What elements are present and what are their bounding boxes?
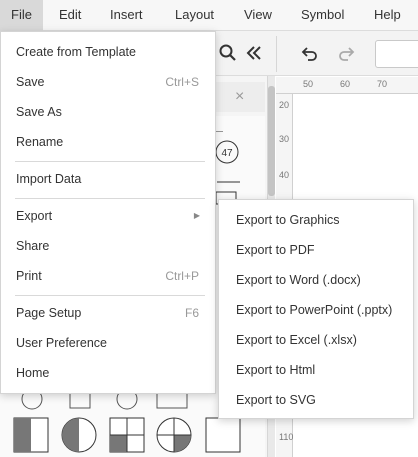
menu-insert[interactable]: Insert — [99, 0, 154, 31]
menu-item-label: Export — [16, 209, 53, 223]
menu-item-save-as[interactable]: Save As — [1, 97, 215, 127]
ruler-tick: 70 — [377, 79, 388, 89]
export-submenu: Export to Graphics Export to PDF Export … — [218, 199, 414, 419]
menu-symbol[interactable]: Symbol — [290, 0, 355, 31]
scrollbar-thumb[interactable] — [268, 86, 275, 196]
menu-item-label: Create from Template — [16, 45, 136, 59]
menu-item-import-data[interactable]: Import Data — [1, 164, 215, 194]
horizontal-ruler: 50 60 70 — [276, 77, 418, 94]
menu-divider — [15, 198, 205, 199]
export-to-graphics[interactable]: Export to Graphics — [219, 205, 413, 235]
svg-text:—: — — [216, 128, 223, 135]
file-menu: Create from Template Save Ctrl+S Save As… — [0, 31, 216, 394]
menu-item-page-setup[interactable]: Page Setup F6 — [1, 298, 215, 328]
menu-item-label: Share — [16, 239, 50, 253]
menu-item-rename[interactable]: Rename — [1, 127, 215, 157]
redo-icon[interactable] — [336, 43, 356, 63]
shortcut-label: Ctrl+S — [165, 75, 199, 89]
menu-divider — [15, 295, 205, 296]
menu-item-label: Import Data — [16, 172, 82, 186]
menu-bar: File Edit Insert Layout View Symbol Help — [0, 0, 418, 31]
undo-icon[interactable] — [300, 43, 320, 63]
toolbar-separator — [276, 36, 277, 72]
ruler-tick: 110 — [279, 432, 294, 442]
menu-item-label: Print — [16, 269, 42, 283]
close-icon[interactable]: × — [235, 88, 244, 106]
ruler-tick: 40 — [279, 170, 290, 180]
double-chevron-left-icon[interactable] — [244, 43, 264, 63]
menu-item-label: Home — [16, 366, 50, 380]
ruler-tick: 50 — [303, 79, 314, 89]
export-to-powerpoint[interactable]: Export to PowerPoint (.pptx) — [219, 295, 413, 325]
menu-item-share[interactable]: Share — [1, 231, 215, 261]
ruler-tick: 60 — [340, 79, 351, 89]
ruler-tick: 30 — [279, 134, 290, 144]
menu-item-print[interactable]: Print Ctrl+P — [1, 261, 215, 291]
menu-edit[interactable]: Edit — [48, 0, 92, 31]
menu-layout[interactable]: Layout — [164, 0, 225, 31]
export-to-html[interactable]: Export to Html — [219, 355, 413, 385]
menu-divider — [15, 161, 205, 162]
badge-value: 47 — [221, 148, 233, 159]
menu-file[interactable]: File — [0, 0, 43, 31]
search-icon[interactable] — [218, 43, 238, 63]
menu-item-export[interactable]: Export ▶ — [1, 201, 215, 231]
menu-item-label: Page Setup — [16, 306, 82, 320]
menu-help[interactable]: Help — [363, 0, 412, 31]
export-to-excel[interactable]: Export to Excel (.xlsx) — [219, 325, 413, 355]
menu-item-label: Save As — [16, 105, 62, 119]
shortcut-label: Ctrl+P — [165, 269, 199, 283]
menu-item-label: Rename — [16, 135, 64, 149]
menu-view[interactable]: View — [233, 0, 283, 31]
export-to-svg[interactable]: Export to SVG — [219, 385, 413, 415]
menu-item-create-from-template[interactable]: Create from Template — [1, 37, 215, 67]
menu-item-home[interactable]: Home — [1, 358, 215, 388]
menu-item-user-preference[interactable]: User Preference — [1, 328, 215, 358]
menu-item-label: Save — [16, 75, 45, 89]
export-to-pdf[interactable]: Export to PDF — [219, 235, 413, 265]
ruler-tick: 20 — [279, 100, 290, 110]
submenu-arrow-icon: ▶ — [193, 211, 200, 220]
shortcut-label: F6 — [184, 306, 199, 320]
menu-item-save[interactable]: Save Ctrl+S — [1, 67, 215, 97]
menu-item-label: User Preference — [16, 336, 108, 350]
export-to-word[interactable]: Export to Word (.docx) — [219, 265, 413, 295]
font-size-field[interactable] — [375, 40, 418, 68]
